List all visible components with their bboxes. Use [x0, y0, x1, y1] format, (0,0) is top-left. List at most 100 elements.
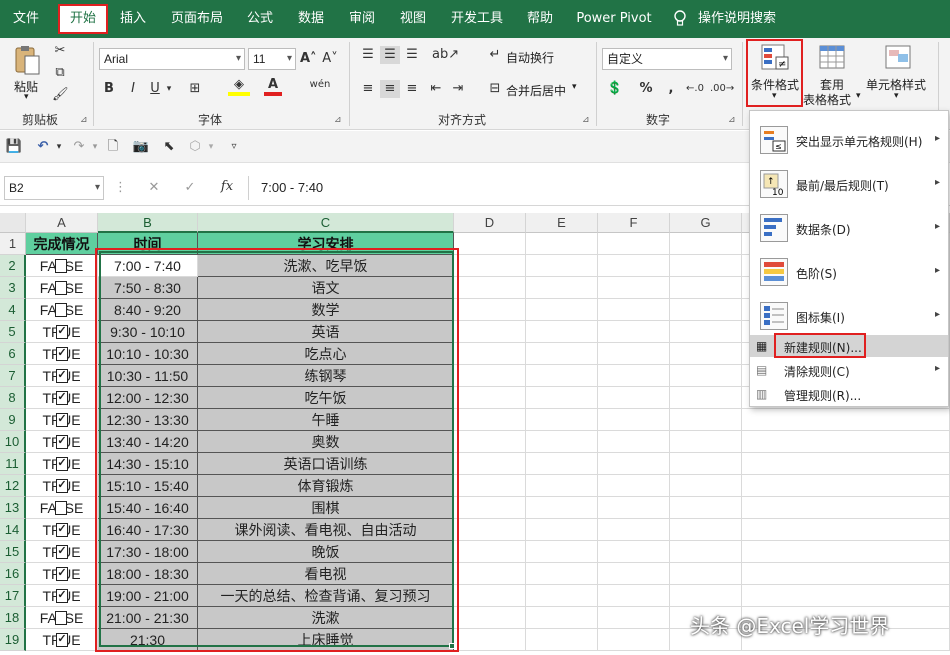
empty-cell[interactable]: [598, 431, 670, 453]
checkbox[interactable]: ✓: [56, 545, 68, 559]
font-name-combo[interactable]: Arial ▾: [99, 48, 245, 70]
empty-cell[interactable]: [598, 387, 670, 409]
table-cell-status[interactable]: FALSE: [26, 497, 98, 519]
empty-cell[interactable]: [670, 519, 742, 541]
align-bottom-icon[interactable]: ☰: [402, 46, 422, 64]
orientation-icon[interactable]: ab↗: [432, 46, 459, 64]
chevron-down-icon[interactable]: ▾: [572, 82, 577, 92]
empty-cell[interactable]: [526, 607, 598, 629]
row-header[interactable]: 8: [0, 387, 26, 409]
empty-cell[interactable]: [670, 563, 742, 585]
empty-cell[interactable]: [454, 409, 526, 431]
chevron-down-icon[interactable]: ▾: [856, 91, 861, 101]
checkbox[interactable]: ✓: [56, 347, 68, 361]
empty-cell[interactable]: [454, 233, 526, 255]
table-cell-status[interactable]: TRUE✓: [26, 431, 98, 453]
table-cell-status[interactable]: FALSE: [26, 299, 98, 321]
paste-button[interactable]: [10, 44, 44, 78]
row-header[interactable]: 19: [0, 629, 26, 651]
empty-cell[interactable]: [670, 343, 742, 365]
dialog-launcher-icon[interactable]: ⊿: [582, 115, 590, 125]
menu-item-color-scales[interactable]: 色阶(S) ▸: [750, 251, 948, 293]
empty-cell[interactable]: [742, 585, 950, 607]
empty-cell[interactable]: [598, 475, 670, 497]
column-header-g[interactable]: G: [670, 213, 742, 233]
empty-cell[interactable]: [598, 233, 670, 255]
chevron-down-icon[interactable]: ▾: [164, 80, 174, 98]
align-center-icon[interactable]: ≡: [380, 80, 400, 98]
checkbox[interactable]: ✓: [56, 479, 68, 493]
header-cell-completion[interactable]: 完成情况: [26, 233, 98, 255]
empty-cell[interactable]: [670, 299, 742, 321]
menu-item-manage-rules[interactable]: ▥ 管理规则(R)...: [750, 384, 948, 404]
empty-cell[interactable]: [526, 563, 598, 585]
align-right-icon[interactable]: ≡: [402, 80, 422, 98]
fill-color-icon[interactable]: ◈: [228, 78, 250, 96]
merge-center-icon[interactable]: ⊟: [486, 80, 504, 98]
empty-cell[interactable]: [454, 343, 526, 365]
merge-center-button[interactable]: 合并后居中: [506, 82, 566, 99]
name-box[interactable]: B2 ▾: [4, 176, 104, 200]
format-as-table-icon[interactable]: [818, 44, 846, 70]
tab-power-pivot[interactable]: Power Pivot: [573, 0, 655, 38]
empty-cell[interactable]: [454, 541, 526, 563]
empty-cell[interactable]: [454, 299, 526, 321]
tab-insert[interactable]: 插入: [115, 0, 151, 38]
increase-decimal-icon[interactable]: ←.0: [684, 80, 706, 98]
select-objects-icon[interactable]: ⬉: [160, 138, 178, 156]
row-header[interactable]: 16: [0, 563, 26, 585]
empty-cell[interactable]: [598, 563, 670, 585]
empty-cell[interactable]: [454, 365, 526, 387]
font-size-combo[interactable]: 11 ▾: [248, 48, 296, 70]
tab-data[interactable]: 数据: [293, 0, 329, 38]
phonetic-icon[interactable]: wén: [308, 76, 332, 94]
chevron-down-icon[interactable]: ▾: [54, 138, 64, 156]
borders-icon[interactable]: ⊞: [186, 80, 204, 98]
align-left-icon[interactable]: ≡: [358, 80, 378, 98]
tab-file[interactable]: 文件: [6, 0, 46, 38]
dialog-launcher-icon[interactable]: ⊿: [80, 115, 88, 125]
dialog-launcher-icon[interactable]: ⊿: [728, 115, 736, 125]
empty-cell[interactable]: [454, 321, 526, 343]
row-header[interactable]: 4: [0, 299, 26, 321]
checkbox[interactable]: ✓: [56, 391, 68, 405]
italic-button[interactable]: I: [126, 80, 140, 98]
checkbox[interactable]: ✓: [56, 413, 68, 427]
empty-cell[interactable]: [670, 387, 742, 409]
comma-button[interactable]: ,: [664, 80, 678, 98]
font-color-icon[interactable]: A: [264, 78, 282, 96]
undo-icon[interactable]: ↶: [34, 138, 52, 156]
column-header-c[interactable]: C: [198, 213, 454, 233]
empty-cell[interactable]: [598, 299, 670, 321]
row-header[interactable]: 6: [0, 343, 26, 365]
empty-cell[interactable]: [670, 277, 742, 299]
table-cell-status[interactable]: TRUE✓: [26, 475, 98, 497]
empty-cell[interactable]: [454, 387, 526, 409]
checkbox[interactable]: [55, 501, 67, 515]
tab-home[interactable]: 开始: [58, 4, 108, 34]
empty-cell[interactable]: [526, 475, 598, 497]
empty-cell[interactable]: [742, 475, 950, 497]
table-cell-status[interactable]: TRUE✓: [26, 563, 98, 585]
chevron-down-icon[interactable]: ▾: [894, 91, 899, 101]
column-header-e[interactable]: E: [526, 213, 598, 233]
empty-cell[interactable]: [526, 233, 598, 255]
decrease-decimal-icon[interactable]: .00→: [710, 80, 734, 98]
checkbox[interactable]: ✓: [56, 435, 68, 449]
empty-cell[interactable]: [742, 541, 950, 563]
print-preview-icon[interactable]: 🗋: [104, 138, 122, 156]
copy-icon[interactable]: ⧉: [52, 64, 68, 82]
tab-page-layout[interactable]: 页面布局: [166, 0, 228, 38]
select-all-corner[interactable]: [0, 213, 26, 233]
row-header[interactable]: 7: [0, 365, 26, 387]
tab-review[interactable]: 审阅: [344, 0, 380, 38]
percent-button[interactable]: %: [638, 80, 654, 98]
checkbox[interactable]: ✓: [56, 589, 68, 603]
empty-cell[interactable]: [526, 585, 598, 607]
empty-cell[interactable]: [526, 453, 598, 475]
column-header-d[interactable]: D: [454, 213, 526, 233]
cut-icon[interactable]: ✂: [52, 42, 68, 60]
empty-cell[interactable]: [526, 409, 598, 431]
checkbox[interactable]: ✓: [56, 567, 68, 581]
underline-button[interactable]: U: [148, 80, 162, 98]
